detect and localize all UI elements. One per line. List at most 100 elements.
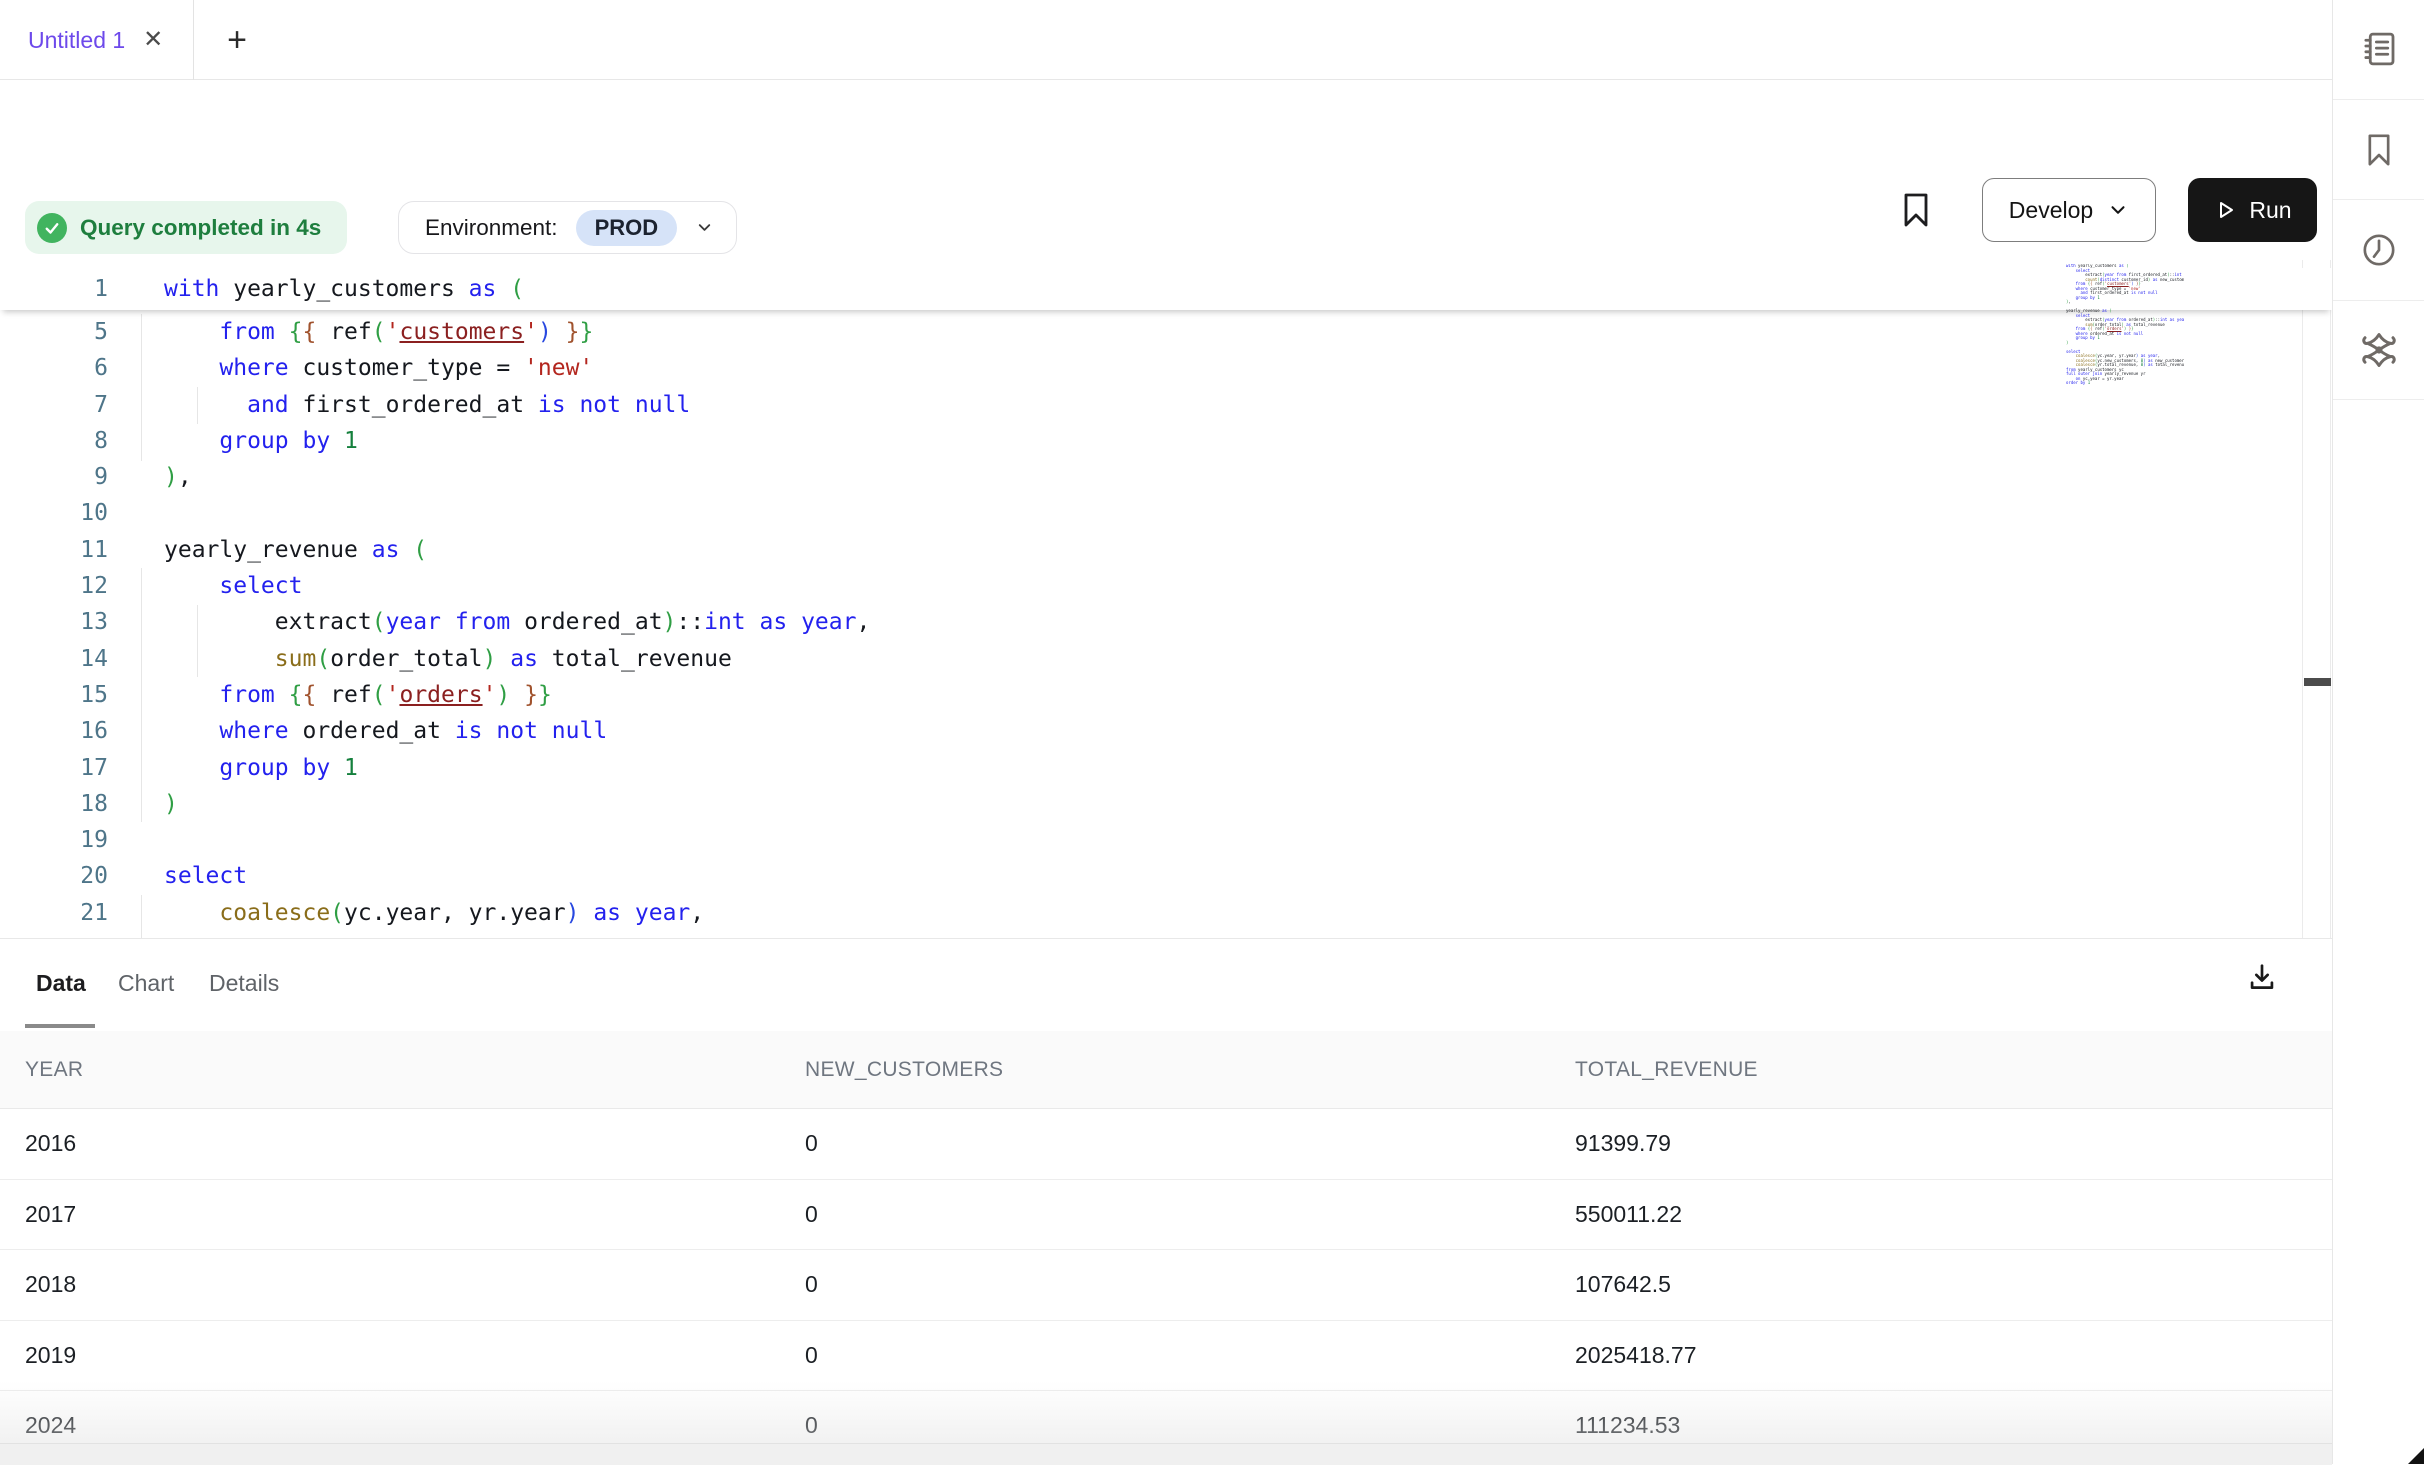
column-header: TOTAL_REVENUE xyxy=(1550,1058,2332,1082)
chevron-down-icon xyxy=(2107,199,2129,221)
code-line: 1with yearly_customers as ( xyxy=(0,268,2332,310)
sticky-line: 1with yearly_customers as ( xyxy=(0,268,2332,310)
chevron-down-icon xyxy=(695,218,714,237)
line-number: 13 xyxy=(0,604,108,640)
line-number: 8 xyxy=(0,423,108,459)
dbt-logo-icon[interactable] xyxy=(2333,301,2424,399)
table-header-row: YEARNEW_CUSTOMERSTOTAL_REVENUE xyxy=(0,1031,2332,1109)
new-tab-button[interactable]: + xyxy=(207,0,267,80)
line-number: 21 xyxy=(0,895,108,931)
results-panel: Data Chart Details YEARNEW_CUSTOMERSTOTAL_… xyxy=(0,938,2332,1464)
code-line: 10 xyxy=(0,495,2332,531)
line-number: 5 xyxy=(0,314,108,350)
toolbar: Develop Run xyxy=(0,80,2332,190)
table-cell: 0 xyxy=(780,1412,1550,1439)
results-tabs: Data Chart Details xyxy=(0,939,2332,1031)
resize-grip[interactable] xyxy=(2408,1448,2424,1464)
tab-untitled-1[interactable]: Untitled 1 ✕ xyxy=(0,0,193,80)
run-button[interactable]: Run xyxy=(2188,178,2317,242)
sidebar-divider xyxy=(2333,399,2424,400)
table-row[interactable]: 20170550011.22 xyxy=(0,1180,2332,1251)
code-line: 12 select xyxy=(0,568,2332,604)
table-row[interactable]: 20180107642.5 xyxy=(0,1250,2332,1321)
table-cell: 550011.22 xyxy=(1550,1201,2332,1228)
tab-label: Untitled 1 xyxy=(28,27,125,54)
tab-data[interactable]: Data xyxy=(36,939,86,1027)
horizontal-scrollbar-track[interactable] xyxy=(0,1443,2332,1465)
bookmark-icon[interactable] xyxy=(2333,101,2424,199)
develop-label: Develop xyxy=(2009,197,2093,224)
code-line: 18) xyxy=(0,786,2332,822)
line-number: 1 xyxy=(0,268,108,310)
code-line: 8 group by 1 xyxy=(0,423,2332,459)
query-status-text: Query completed in 4s xyxy=(80,215,321,241)
line-number: 12 xyxy=(0,568,108,604)
code-line: 15 from {{ ref('orders') }} xyxy=(0,677,2332,713)
minimap[interactable]: with yearly_customers as ( select extrac… xyxy=(2066,264,2184,390)
environment-label: Environment: xyxy=(425,215,558,241)
code-line: 19 xyxy=(0,822,2332,858)
tab-bar: Untitled 1 ✕ + xyxy=(0,0,2332,80)
table-cell: 0 xyxy=(780,1130,1550,1157)
code-line: 11yearly_revenue as ( xyxy=(0,532,2332,568)
run-label: Run xyxy=(2249,197,2291,224)
table-cell: 0 xyxy=(780,1271,1550,1298)
indent-guide xyxy=(197,387,198,424)
tab-chart[interactable]: Chart xyxy=(118,939,174,1027)
environment-badge: PROD xyxy=(576,210,678,246)
code-line: 13 extract(year from ordered_at)::int as… xyxy=(0,604,2332,640)
clock-icon[interactable] xyxy=(2333,201,2424,299)
ref-link[interactable]: orders xyxy=(399,682,482,708)
table-row[interactable]: 2016091399.79 xyxy=(0,1109,2332,1180)
tab-details[interactable]: Details xyxy=(209,939,279,1027)
code-line: 22 coalesce(yc.new_customers, 0) as new_… xyxy=(0,931,2332,938)
download-icon[interactable] xyxy=(2240,947,2284,1007)
table-cell: 0 xyxy=(780,1201,1550,1228)
close-icon[interactable]: ✕ xyxy=(143,28,163,52)
table-cell: 0 xyxy=(780,1342,1550,1369)
bookmark-icon[interactable] xyxy=(1896,188,1936,232)
success-check-icon xyxy=(37,213,67,243)
ref-link[interactable]: customers xyxy=(399,319,524,345)
line-number: 14 xyxy=(0,641,108,677)
tab-divider xyxy=(193,0,194,80)
code-line: 16 where ordered_at is not null xyxy=(0,713,2332,749)
indent-guide xyxy=(141,568,142,822)
table-cell: 2025418.77 xyxy=(1550,1342,2332,1369)
code-line: 17 group by 1 xyxy=(0,750,2332,786)
line-number: 10 xyxy=(0,495,108,531)
environment-selector[interactable]: Environment: PROD xyxy=(398,201,737,254)
line-number: 17 xyxy=(0,750,108,786)
table-cell: 2016 xyxy=(0,1130,780,1157)
code-line: 6 where customer_type = 'new' xyxy=(0,350,2332,386)
table-row[interactable]: 201902025418.77 xyxy=(0,1321,2332,1392)
code-line: 21 coalesce(yc.year, yr.year) as year, xyxy=(0,895,2332,931)
right-sidebar xyxy=(2332,0,2424,1464)
line-number: 18 xyxy=(0,786,108,822)
code-editor[interactable]: 5 from {{ ref('customers') }}6 where cus… xyxy=(0,260,2332,938)
line-number: 7 xyxy=(0,387,108,423)
play-icon xyxy=(2213,198,2237,222)
line-number: 6 xyxy=(0,350,108,386)
code-lines: 5 from {{ ref('customers') }}6 where cus… xyxy=(0,314,2332,938)
editor-scrollbar-track[interactable] xyxy=(2302,260,2331,938)
line-number: 20 xyxy=(0,858,108,894)
table-cell: 2018 xyxy=(0,1271,780,1298)
indent-guide xyxy=(141,314,142,461)
indent-guide xyxy=(141,895,142,938)
query-status-pill: Query completed in 4s xyxy=(25,201,347,254)
notebook-icon[interactable] xyxy=(2333,0,2424,98)
column-header: NEW_CUSTOMERS xyxy=(780,1058,1550,1082)
code-line: 9), xyxy=(0,459,2332,495)
line-number: 15 xyxy=(0,677,108,713)
line-number: 9 xyxy=(0,459,108,495)
sidebar-divider xyxy=(2333,199,2424,200)
indent-guide xyxy=(197,605,198,677)
editor-scrollbar-thumb[interactable] xyxy=(2304,678,2331,686)
code-line: 14 sum(order_total) as total_revenue xyxy=(0,641,2332,677)
table-cell: 91399.79 xyxy=(1550,1130,2332,1157)
line-number: 22 xyxy=(0,931,108,938)
sidebar-divider xyxy=(2333,99,2424,100)
column-header: YEAR xyxy=(0,1058,780,1082)
develop-dropdown[interactable]: Develop xyxy=(1982,178,2156,242)
